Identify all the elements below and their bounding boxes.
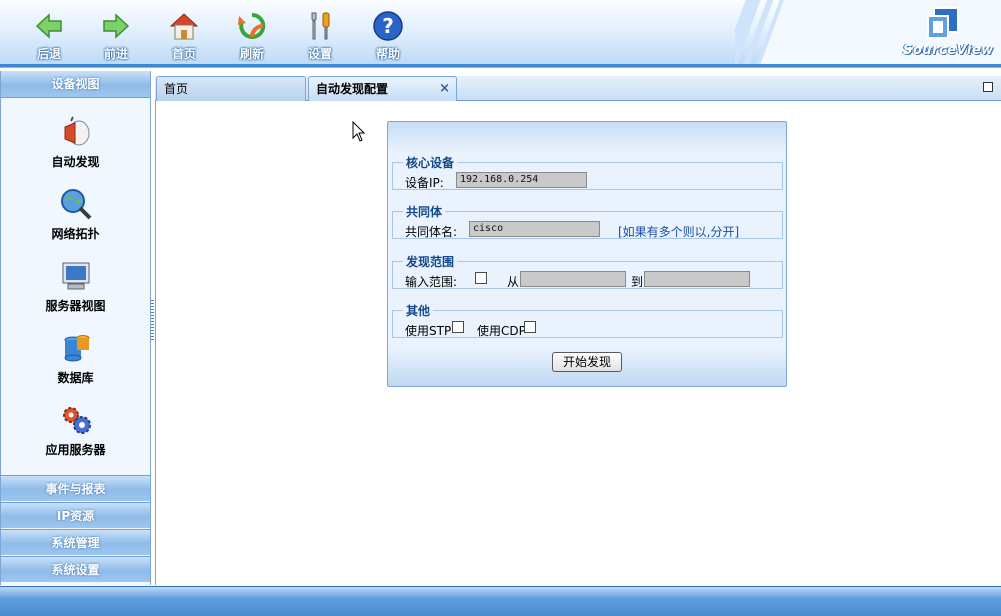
back-arrow-icon xyxy=(35,13,62,39)
status-bar xyxy=(0,586,1001,616)
sidebar-item-network-topology[interactable]: 网络拓扑 xyxy=(1,187,150,259)
mouse-cursor-icon xyxy=(352,121,366,142)
start-discovery-button[interactable]: 开始发现 xyxy=(552,352,622,372)
sidebar-item-auto-discovery[interactable]: 自动发现 xyxy=(1,115,150,187)
range-from-input[interactable] xyxy=(520,271,626,287)
sidebar-section-system-management[interactable]: 系统管理 xyxy=(1,529,150,555)
maximize-icon[interactable] xyxy=(983,82,993,92)
toolbar-band xyxy=(0,64,1001,67)
auto-discovery-icon xyxy=(64,116,89,146)
home-icon xyxy=(169,13,199,40)
community-legend: 共同体 xyxy=(403,203,446,220)
server-view-icon xyxy=(62,262,89,290)
tab-home[interactable]: 首页 xyxy=(156,76,306,101)
community-fieldset: 共同体 共同体名: cisco [如果有多个则以,分开] xyxy=(392,203,783,239)
device-ip-label: 设备IP: xyxy=(405,176,444,190)
other-legend: 其他 xyxy=(403,302,434,319)
sidebar-item-app-server[interactable]: 应用服务器 xyxy=(1,403,150,475)
forward-arrow-icon xyxy=(103,13,130,39)
sidebar-header[interactable]: 设备视图 xyxy=(1,71,150,98)
refresh-icon xyxy=(238,12,266,39)
community-name-input[interactable]: cisco xyxy=(469,221,600,237)
top-toolbar: 后退 前进 首页 刷新 设置 ? 帮助 SourceView xyxy=(0,0,1001,68)
community-name-label: 共同体名: xyxy=(405,225,458,239)
sidebar-section-events-reports[interactable]: 事件与报表 xyxy=(1,475,150,501)
tab-strip: 首页 自动发现配置 × xyxy=(155,76,1001,101)
svg-text:?: ? xyxy=(382,14,394,38)
use-cdp-label: 使用CDP xyxy=(477,324,526,338)
use-stp-checkbox[interactable] xyxy=(452,321,464,333)
device-ip-input[interactable]: 192.168.0.254 xyxy=(456,172,587,188)
help-icon: ? xyxy=(373,11,403,41)
range-to-input[interactable] xyxy=(644,271,750,287)
discovery-range-fieldset: 发现范围 输入范围: 从 到 xyxy=(392,253,783,289)
core-device-legend: 核心设备 xyxy=(403,154,458,171)
sidebar-section-ip-resources[interactable]: IP资源 xyxy=(1,502,150,528)
input-range-label: 输入范围: xyxy=(405,275,458,289)
forward-button[interactable]: 前进 xyxy=(88,10,144,62)
to-label: 到 xyxy=(631,275,644,289)
use-cdp-checkbox[interactable] xyxy=(524,321,536,333)
tools-icon xyxy=(311,12,330,40)
tab-close-icon[interactable]: × xyxy=(439,77,450,101)
core-device-fieldset: 核心设备 设备IP: 192.168.0.254 xyxy=(392,154,783,190)
app-server-icon xyxy=(62,407,91,434)
sidebar-section-system-settings[interactable]: 系统设置 xyxy=(1,556,150,582)
sourceview-logo xyxy=(927,7,959,39)
from-label: 从 xyxy=(507,275,520,289)
sidebar-item-database[interactable]: 数据库 xyxy=(1,331,150,403)
settings-button[interactable]: 设置 xyxy=(292,10,348,62)
sidebar-item-server-view[interactable]: 服务器视图 xyxy=(1,259,150,331)
community-hint: [如果有多个则以,分开] xyxy=(618,225,740,239)
tab-auto-discovery-config[interactable]: 自动发现配置 × xyxy=(308,76,457,101)
use-stp-label: 使用STP xyxy=(405,324,452,338)
discovery-range-legend: 发现范围 xyxy=(403,253,458,270)
other-fieldset: 其他 使用STP 使用CDP xyxy=(392,302,783,338)
help-button[interactable]: ? 帮助 xyxy=(360,10,416,62)
refresh-button[interactable]: 刷新 xyxy=(224,10,280,62)
network-topology-icon xyxy=(60,189,91,220)
sidebar-splitter[interactable] xyxy=(151,300,154,340)
back-button[interactable]: 后退 xyxy=(21,10,77,62)
home-button[interactable]: 首页 xyxy=(156,10,212,62)
database-icon xyxy=(64,335,89,362)
sidebar: 设备视图 自动发现 网络拓扑 服务器视图 数据库 应用服务器 事件与报表 IP资… xyxy=(0,71,151,585)
discovery-form-panel: 核心设备 设备IP: 192.168.0.254 共同体 共同体名: cisco… xyxy=(387,121,787,387)
input-range-checkbox[interactable] xyxy=(475,272,487,284)
brand-name: SourceView xyxy=(903,43,994,58)
